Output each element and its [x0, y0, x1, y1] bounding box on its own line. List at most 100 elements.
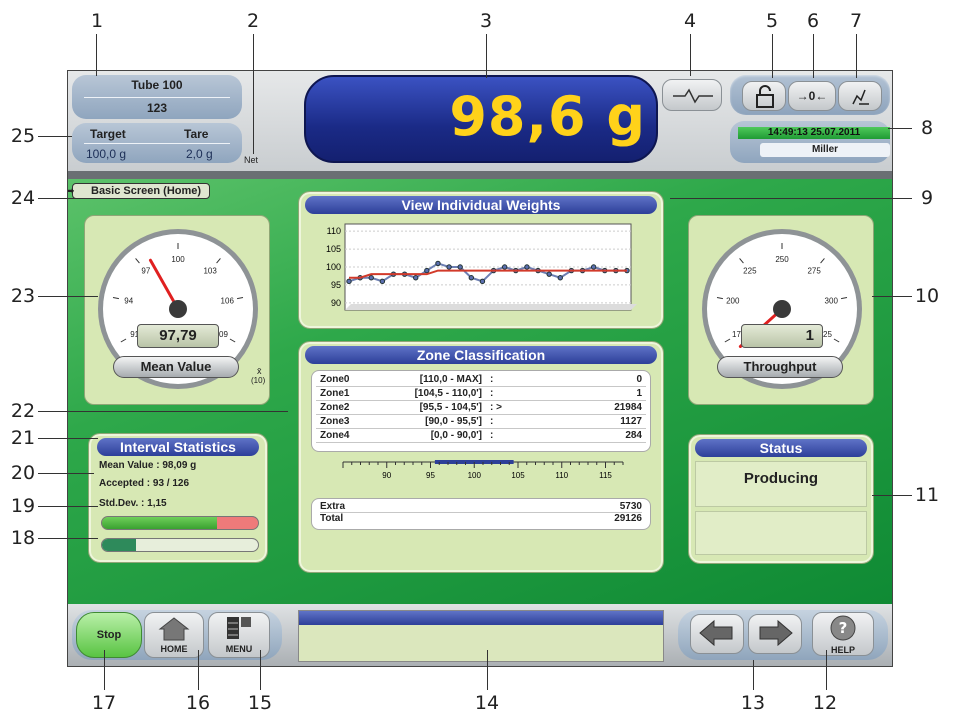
- interval-stddev: Std.Dev. : 1,15: [99, 498, 167, 509]
- status-panel: Status Producing: [688, 434, 874, 564]
- gauge-scale-label: 97: [141, 267, 150, 276]
- zone-zone: Zone3: [316, 414, 386, 429]
- callout-24: 24: [10, 187, 36, 209]
- leader-line-4: [690, 34, 691, 76]
- leader-line-6: [813, 34, 814, 78]
- product-info[interactable]: Tube 100 123: [72, 75, 242, 119]
- chart-y-tick-label: 110: [327, 226, 341, 236]
- product-name: Tube 100: [131, 78, 183, 92]
- help-button[interactable]: ? HELP: [812, 612, 874, 656]
- leader-line-24: [38, 198, 118, 199]
- zone-row: Zone4 [0,0 - 90,0']:284: [316, 428, 646, 443]
- callout-9: 9: [920, 187, 934, 209]
- callout-8: 8: [920, 117, 934, 139]
- gauge-scale-label: 100: [171, 255, 185, 264]
- zone-mark: :: [486, 428, 526, 443]
- accepted-bar-fill: [102, 517, 218, 529]
- gauge-hub: [169, 300, 187, 318]
- zone-range: [95,5 - 104,5']: [386, 400, 486, 415]
- zone-count: 0: [526, 373, 646, 387]
- callout-18: 18: [10, 527, 36, 549]
- zone-mark: :: [486, 414, 526, 429]
- arrow-right-icon: [759, 619, 793, 647]
- callout-7: 7: [849, 10, 863, 32]
- zone-zone: Zone1: [316, 386, 386, 401]
- breadcrumb-label: Basic Screen (Home): [91, 185, 202, 197]
- interval-accepted: Accepted : 93 / 126: [99, 478, 190, 489]
- status-title: Status: [695, 439, 867, 457]
- lock-button[interactable]: [742, 81, 786, 111]
- leader-line-2: [253, 34, 254, 154]
- forward-button[interactable]: [748, 614, 802, 654]
- tare-hand-icon: [852, 89, 869, 105]
- zone-range: [110,0 - MAX]: [386, 373, 486, 387]
- callout-4: 4: [683, 10, 697, 32]
- individual-weight-point: [379, 278, 386, 285]
- zone-zone: Zone0: [316, 373, 386, 387]
- tare-button[interactable]: [838, 81, 882, 111]
- individual-weights-panel[interactable]: View Individual Weights 90 95 100 105 110: [298, 191, 664, 329]
- interval-progress-bar: [101, 538, 259, 552]
- stop-button[interactable]: Stop: [76, 612, 142, 658]
- zone-row: Zone1 [104,5 - 110,0']:1: [316, 386, 646, 401]
- target-label: Target: [90, 127, 126, 141]
- individual-weight-point: [524, 264, 530, 270]
- target-tare-info[interactable]: Target Tare 100,0 g 2,0 g: [72, 123, 242, 163]
- message-line: [298, 610, 664, 662]
- zone-classification-panel[interactable]: Zone Classification Zone0 [110,0 - MAX]:0…: [298, 341, 664, 573]
- accepted-bar: [101, 516, 259, 530]
- callout-3: 3: [479, 10, 493, 32]
- zone-range: [90,0 - 95,5']: [386, 414, 486, 429]
- zone-mark: :: [486, 386, 526, 401]
- breadcrumb: Basic Screen (Home): [72, 183, 211, 199]
- gauge-scale-label: 106: [221, 296, 235, 305]
- zone-count: 1: [526, 386, 646, 401]
- leader-line-7: [856, 34, 857, 78]
- terminal-screen: Tube 100 123 Target Tare 100,0 g 2,0 g N…: [67, 70, 893, 667]
- leader-line-5: [772, 34, 773, 78]
- divider: [84, 143, 230, 144]
- individual-weight-point: [435, 260, 441, 267]
- interval-statistics-panel[interactable]: Interval Statistics Mean Value : 98,09 g…: [88, 433, 268, 563]
- individual-weight-point: [446, 264, 452, 270]
- zone-table: Zone0 [110,0 - MAX]:0 Zone1 [104,5 - 110,0'…: [311, 370, 651, 452]
- callout-21: 21: [10, 427, 36, 449]
- callout-11: 11: [914, 484, 940, 506]
- mean-value-readout: 97,79: [137, 324, 219, 348]
- mean-value-label: Mean Value: [113, 356, 239, 378]
- throughput-gauge-panel[interactable]: 175 200 225 250 275 300 325 1 Throughput: [688, 215, 874, 405]
- zone-range: [0,0 - 90,0']: [386, 428, 486, 443]
- status-value: Producing: [695, 461, 867, 507]
- status-message-area: [695, 511, 867, 555]
- back-button[interactable]: [690, 614, 744, 654]
- callout-1: 1: [90, 10, 104, 32]
- individual-weight-point: [346, 278, 352, 285]
- extra-label: Extra: [320, 501, 346, 512]
- individual-weight-point: [557, 275, 563, 281]
- mean-value-gauge-panel[interactable]: 91 94 97 100 103 106 109 97,79 Mean Value x̄ (…: [84, 215, 270, 405]
- leader-line-11: [872, 495, 912, 496]
- arrow-left-icon: [699, 619, 733, 647]
- leader-line-18: [38, 538, 98, 539]
- chart-y-tick-label: 95: [331, 280, 341, 290]
- callout-20: 20: [10, 462, 36, 484]
- svg-text:?: ?: [839, 619, 848, 637]
- zero-button[interactable]: →0←: [788, 81, 836, 111]
- transfer-button[interactable]: [662, 79, 722, 111]
- divider: [84, 97, 230, 98]
- total-label: Total: [320, 513, 344, 524]
- individual-weights-title: View Individual Weights: [305, 196, 657, 214]
- zone-count: 284: [526, 428, 646, 443]
- leader-line-8: [888, 128, 912, 129]
- leader-line-14: [487, 650, 488, 690]
- arrow-icon: ➡: [68, 186, 74, 197]
- individual-weight-point: [424, 267, 430, 274]
- total-value: 29126: [614, 513, 642, 524]
- target-value: 100,0 g: [86, 147, 127, 161]
- leader-line-19: [38, 506, 98, 507]
- home-label: HOME: [160, 644, 188, 654]
- net-label: Net: [244, 155, 259, 165]
- leader-line-16: [198, 650, 199, 690]
- home-icon: [158, 617, 190, 641]
- home-button[interactable]: HOME: [144, 612, 204, 658]
